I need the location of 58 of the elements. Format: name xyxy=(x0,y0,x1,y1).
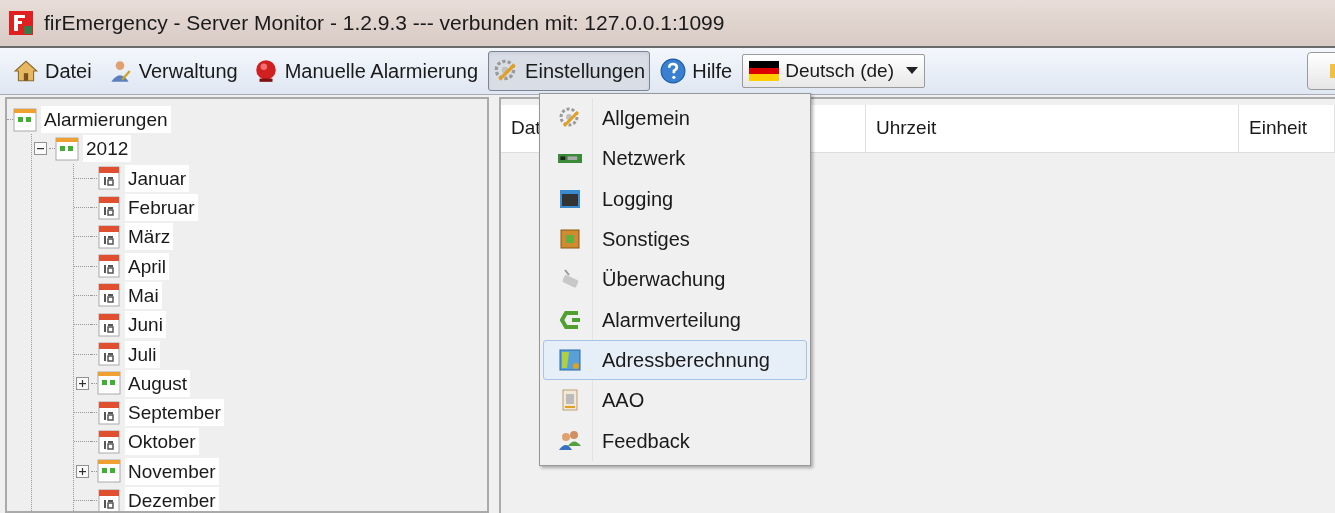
tree-item[interactable]: November xyxy=(125,457,219,485)
calendar-icon xyxy=(97,224,121,249)
menu-item[interactable]: Überwachung xyxy=(543,259,807,300)
calendar-grid-icon xyxy=(97,371,121,396)
menu-item[interactable]: Sonstiges xyxy=(543,218,807,260)
calendar-grid-icon xyxy=(55,136,79,161)
window-title: firEmergency - Server Monitor - 1.2.9.3 --- verbunden mit: 127.0.0.1:1099 xyxy=(44,10,725,37)
tree-item[interactable]: September xyxy=(125,399,224,427)
menu-item[interactable]: Logging xyxy=(543,178,807,219)
tree-item[interactable]: 2012 xyxy=(83,135,132,163)
tree-item[interactable]: März xyxy=(125,223,174,251)
column-header[interactable]: Uhrzeit xyxy=(866,105,1239,152)
menu-item[interactable]: Feedback xyxy=(543,420,807,461)
tree-item[interactable]: Januar xyxy=(125,164,190,192)
tree-item[interactable]: Mai xyxy=(125,281,162,309)
expand-icon[interactable] xyxy=(76,464,89,478)
calendar-icon xyxy=(97,254,121,279)
calendar-grid-icon xyxy=(13,107,37,132)
tree-item[interactable]: August xyxy=(125,369,191,397)
menu-item[interactable]: Alarmverteilung xyxy=(543,299,807,340)
tree-item[interactable]: Juni xyxy=(125,311,166,339)
calendar-icon xyxy=(97,429,121,454)
map-icon xyxy=(558,347,582,372)
tree-item[interactable]: Februar xyxy=(125,194,198,222)
toolbar-button[interactable]: Manuelle Alarmierung xyxy=(247,51,484,91)
column-header[interactable]: Einheit xyxy=(1239,105,1335,152)
house-icon xyxy=(13,58,39,84)
tree-item[interactable]: Oktober xyxy=(125,428,199,456)
calendar-grid-icon xyxy=(97,459,121,484)
calendar-icon xyxy=(97,312,121,337)
toolbar-button[interactable]: Einstellungen xyxy=(488,51,651,91)
flag-icon xyxy=(749,61,780,81)
tree-item[interactable]: Alarmierungen xyxy=(41,106,171,134)
tree-item[interactable]: Dezember xyxy=(125,487,219,511)
expand-icon[interactable] xyxy=(76,376,89,390)
menu-item[interactable]: AAO xyxy=(543,380,807,421)
calendar-icon xyxy=(97,195,121,220)
collapse-icon[interactable] xyxy=(34,142,47,156)
toolbar-button[interactable] xyxy=(1307,52,1335,90)
toolbar-button[interactable]: Hilfe xyxy=(655,51,738,91)
calendar-icon xyxy=(97,166,121,191)
toolbar-button[interactable]: Datei xyxy=(8,51,97,91)
app-logo-icon xyxy=(8,10,34,36)
calendar-icon xyxy=(97,283,121,308)
tree-item[interactable]: Juli xyxy=(125,340,160,368)
box-icon xyxy=(558,227,582,252)
language-dropdown[interactable]: Deutsch (de) xyxy=(742,54,925,88)
calendar-icon xyxy=(97,342,121,366)
menu-item[interactable]: Netzwerk xyxy=(543,138,807,179)
calendar-icon xyxy=(97,400,121,425)
tree-item[interactable]: April xyxy=(125,252,169,280)
caret-icon xyxy=(906,67,918,75)
menu-item[interactable]: Allgemein xyxy=(543,98,807,139)
menu-item[interactable]: Adressberechnung xyxy=(543,339,807,381)
network-card-icon xyxy=(558,153,582,164)
toolbar-button[interactable]: Verwaltung xyxy=(101,51,243,91)
help-icon xyxy=(660,58,687,84)
people-icon xyxy=(558,428,582,453)
